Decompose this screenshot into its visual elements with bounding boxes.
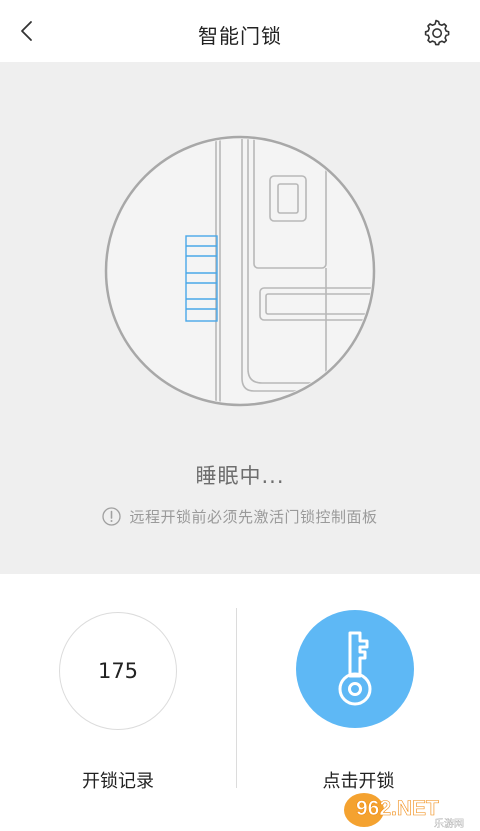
records-count: 175 [97, 659, 139, 683]
settings-button[interactable] [422, 18, 450, 46]
sleep-status-text: 睡眠中... [195, 464, 285, 488]
key-icon [338, 631, 372, 706]
door-lock-illustration [104, 135, 376, 407]
header-bar: 智能门锁 [0, 0, 480, 62]
unlock-records-button[interactable]: 175 开锁记录 [0, 574, 236, 831]
watermark-sub: 乐游网 [434, 817, 464, 829]
page-title: 智能门锁 [198, 24, 282, 48]
site-watermark: 962.NET 乐游网 [344, 793, 464, 829]
gear-icon [424, 19, 450, 46]
lock-status-panel: 睡眠中... 远程开锁前必须先激活门锁控制面板 [0, 62, 480, 574]
watermark-brand: 962.NET [356, 797, 439, 820]
activation-notice: 远程开锁前必须先激活门锁控制面板 [0, 506, 480, 527]
records-count-circle[interactable]: 175 [59, 612, 177, 730]
info-icon [102, 507, 122, 526]
activation-notice-text: 远程开锁前必须先激活门锁控制面板 [129, 508, 378, 526]
unlock-label: 点击开锁 [322, 771, 395, 792]
unlock-key-circle[interactable] [296, 610, 414, 728]
records-label: 开锁记录 [82, 771, 154, 792]
